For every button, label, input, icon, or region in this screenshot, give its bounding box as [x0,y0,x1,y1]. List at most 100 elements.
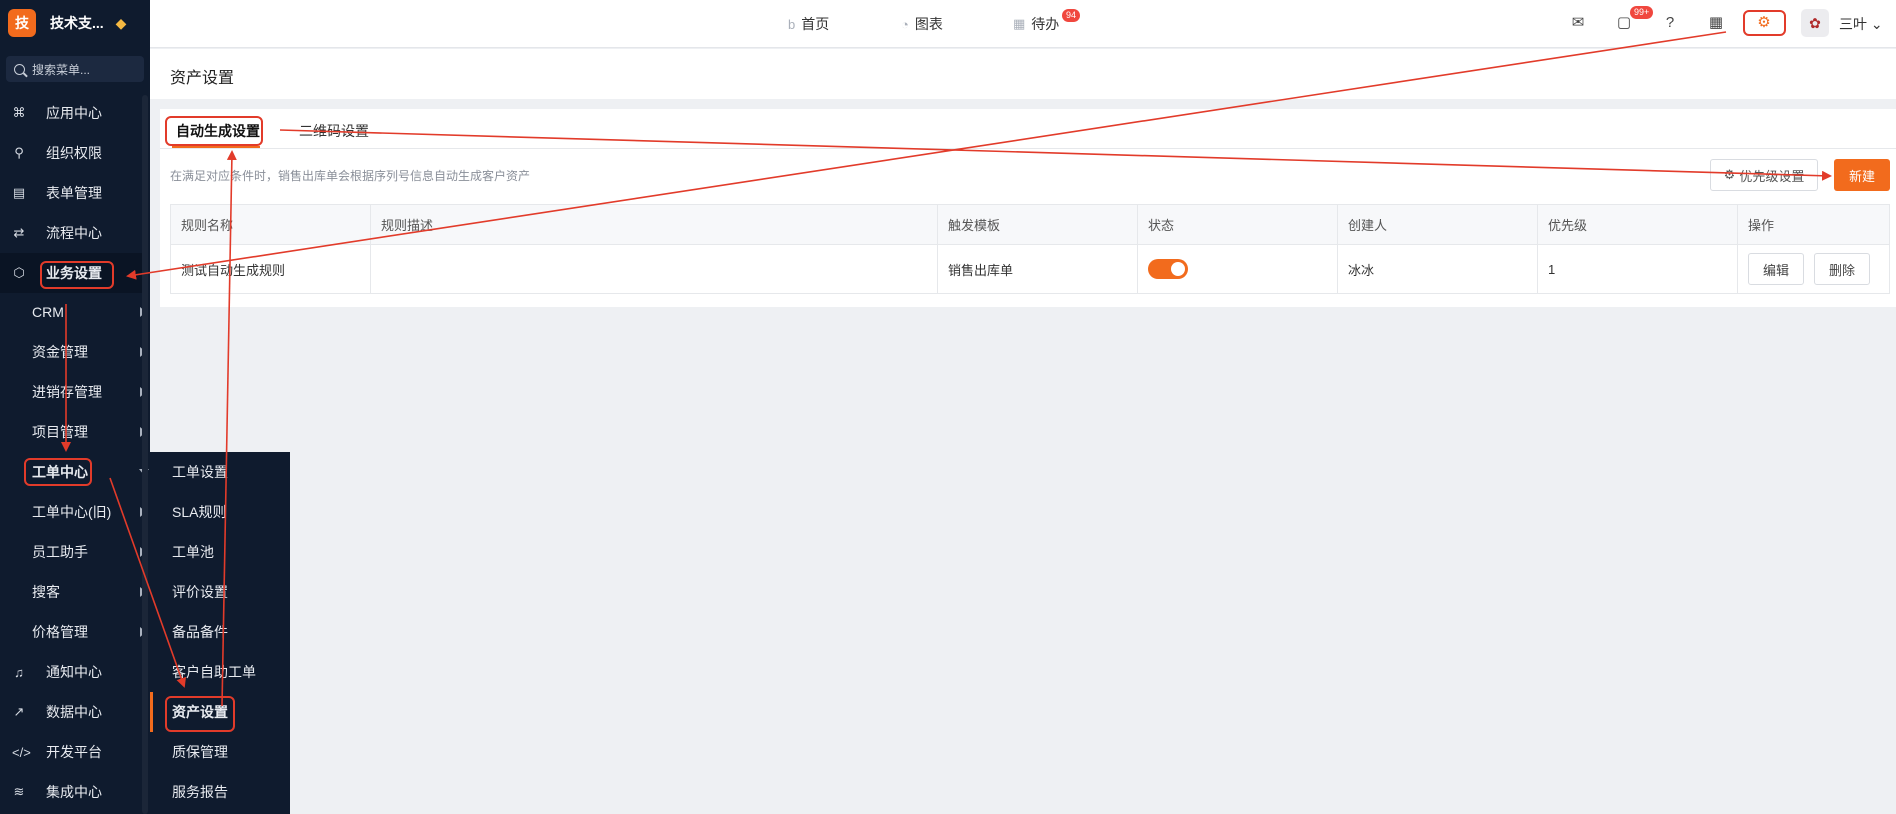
flyout-item[interactable]: SLA规则 [172,492,226,532]
user-name[interactable]: 三叶 ⌄ [1839,14,1883,34]
gear-icon: ⚙ [1723,167,1736,182]
form-icon: ▤ [12,185,26,200]
priority-settings-button[interactable]: ⚙ 优先级设置 [1710,159,1818,191]
submenu-crm[interactable]: CRM [0,292,150,332]
highlight-asset-settings [165,696,235,732]
nav-label: 图表 [914,16,943,32]
submenu-inventory[interactable]: 进销存管理 [0,372,150,412]
rule-creator: 冰冰 [1338,245,1538,293]
highlight-auto-generate-tab [165,116,263,146]
brand[interactable]: 技 技术支... ◆ [0,0,150,46]
bell-icon: ♫ [14,664,24,680]
sidebar-item-forms[interactable]: ▤ 表单管理 [0,173,146,213]
sidebar-item-label: 集成中心 [46,784,102,800]
status-toggle[interactable] [1148,259,1188,279]
mail-icon[interactable]: ✉ [1569,14,1587,32]
sidebar-item-notify[interactable]: ♫ 通知中心 [0,652,146,692]
avatar[interactable]: ✿ [1801,9,1829,37]
message-badge: 99+ [1630,6,1654,19]
sidebar-item-integration[interactable]: ≋ 集成中心 [0,772,146,812]
submenu-funds[interactable]: 资金管理 [0,332,150,372]
flyout-item[interactable]: 备品备件 [172,612,228,652]
sidebar-item-dev[interactable]: </> 开发平台 [0,732,146,772]
help-icon[interactable]: ? [1661,14,1679,32]
top-bar: b 首页 ◔ 图表 ▦ 待办 94 ✉ ▢ 99+ ? ▦ ⚙ ✿ 三叶 ⌄ [150,0,1896,48]
sidebar-item-label: 表单管理 [46,185,102,201]
column-header: 规则名称 [171,205,371,244]
home-b-icon: b [788,16,796,32]
page-header: 资产设置 [150,49,1896,99]
workorder-flyout: 工单设置 SLA规则 工单池 评价设置 备品备件 客户自助工单 资产设置 质保管… [150,452,290,814]
search-placeholder: 搜索菜单... [32,62,91,77]
flyout-item[interactable]: 质保管理 [172,732,228,772]
nav-home[interactable]: b 首页 [788,14,829,34]
rules-table: 规则名称 规则描述 触发模板 状态 创建人 优先级 操作 测试自动生成规则 销售… [170,204,1890,294]
submenu-pricing[interactable]: 价格管理 [0,612,150,652]
submenu-souke[interactable]: 搜客 [0,572,150,612]
submenu-assistant[interactable]: 员工助手 [0,532,150,572]
table-row[interactable]: 测试自动生成规则 销售出库单 冰冰 1 编辑 删除 [171,245,1889,293]
submenu-label: 项目管理 [32,424,88,440]
column-header: 规则描述 [371,205,938,244]
flyout-item[interactable]: 客户自助工单 [172,652,256,692]
hint-text: 在满足对应条件时，销售出库单会根据序列号信息自动生成客户资产 [170,169,531,183]
chevron-down-icon: ⌄ [1870,16,1883,32]
status-cell [1138,245,1338,293]
flyout-item[interactable]: 工单设置 [172,452,228,492]
column-header: 创建人 [1338,205,1538,244]
submenu-label: 搜客 [32,584,60,600]
sidebar-scrollbar[interactable] [142,95,148,814]
rule-template: 销售出库单 [938,245,1138,293]
column-header: 触发模板 [938,205,1138,244]
nav-charts[interactable]: ◔ 图表 [901,14,943,34]
menu-search-input[interactable]: 搜索菜单... [6,56,144,82]
sidebar-item-label: 流程中心 [46,225,102,241]
flyout-item[interactable]: 工单池 [172,532,214,572]
layers-icon: ≋ [13,784,25,799]
tabs: 自动生成设置 二维码设置 [160,109,1896,149]
sidebar-item-apps[interactable]: ⌘ 应用中心 [0,93,146,133]
sidebar: 技 技术支... ◆ 搜索菜单... ⌘ 应用中心 ⚲ 组织权限 ▤ 表单管理 ⇄ 流程… [0,0,150,814]
sidebar-item-flow[interactable]: ⇄ 流程中心 [0,213,146,253]
delete-button[interactable]: 删除 [1814,253,1871,285]
message-icon[interactable]: ▢ [1615,14,1633,32]
submenu-label: CRM [32,304,64,320]
sidebar-item-org[interactable]: ⚲ 组织权限 [0,133,146,173]
active-marker [150,692,153,732]
submenu-label: 进销存管理 [32,384,102,400]
submenu-projects[interactable]: 项目管理 [0,412,150,452]
todo-badge: 94 [1062,9,1081,22]
submenu-workorder-old[interactable]: 工单中心(旧) [0,492,150,532]
edit-button[interactable]: 编辑 [1748,253,1805,285]
flyout-item[interactable]: 评价设置 [172,572,228,612]
submenu-label: 员工助手 [32,544,88,560]
code-icon: </> [12,744,31,760]
rule-desc [371,245,938,293]
search-icon [14,63,25,75]
flyout-item[interactable]: 服务报告 [172,772,228,812]
chart-icon: ↗ [13,704,25,719]
column-header: 状态 [1138,205,1338,244]
tab-indicator [172,146,260,148]
table-header: 规则名称 规则描述 触发模板 状态 创建人 优先级 操作 [171,205,1889,245]
calendar-icon: ▦ [1013,16,1026,31]
grid-icon[interactable]: ▦ [1707,14,1725,32]
submenu-label: 价格管理 [32,624,88,640]
tab-qrcode[interactable]: 二维码设置 [299,121,369,141]
new-button[interactable]: 新建 [1834,159,1890,191]
highlight-settings-gear [1743,10,1786,36]
brand-logo: 技 [8,9,36,37]
rule-priority: 1 [1538,245,1738,293]
brand-name: 技术支... [50,15,104,31]
column-header: 优先级 [1538,205,1738,244]
sidebar-item-data[interactable]: ↗ 数据中心 [0,692,146,732]
nav-label: 待办 [1031,16,1060,32]
submenu-label: 资金管理 [32,344,88,360]
nav-todo[interactable]: ▦ 待办 [1013,14,1059,34]
actions-cell: 编辑 删除 [1738,245,1889,293]
submenu-label: 工单中心(旧) [32,504,112,520]
column-header: 操作 [1748,218,1775,233]
highlight-workorder-center [24,458,92,486]
pie-icon: ◔ [901,16,909,32]
sidebar-item-label: 开发平台 [46,744,102,760]
